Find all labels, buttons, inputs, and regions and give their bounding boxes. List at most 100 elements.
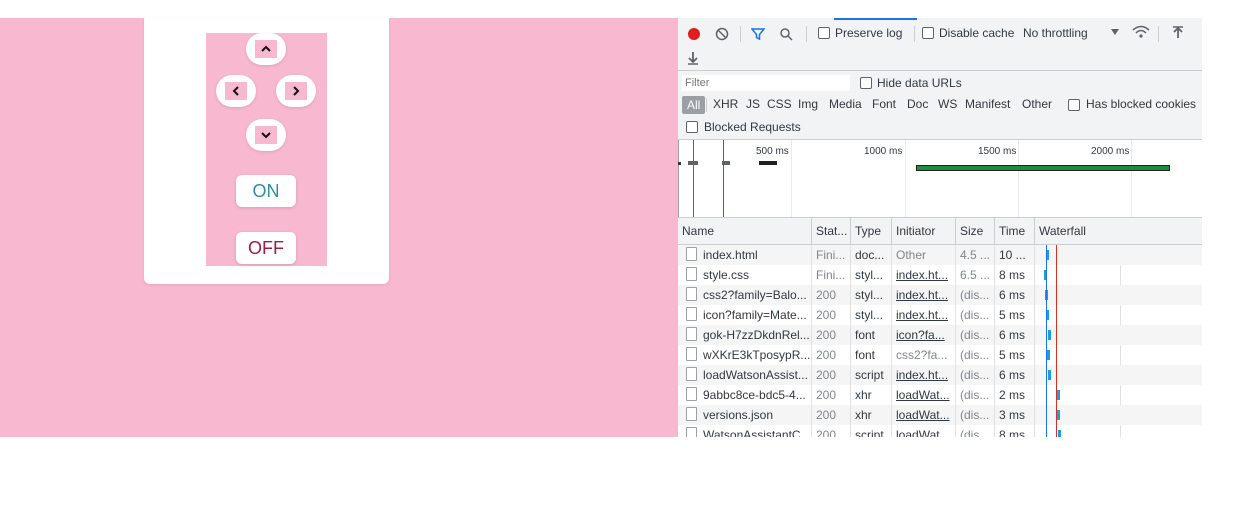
request-name: style.css: [703, 268, 750, 282]
request-status-cell: 200: [812, 285, 851, 305]
type-filter-js[interactable]: JS: [746, 97, 760, 111]
type-filter-media[interactable]: Media: [829, 97, 862, 111]
has-blocked-cookies-checkbox[interactable]: [1068, 99, 1080, 111]
waterfall-bar: [1058, 430, 1061, 437]
overview-tick: 2000 ms: [1091, 146, 1130, 157]
table-row[interactable]: WatsonAssistantC... 200 script loadWat... (d…: [678, 425, 1202, 437]
request-name-cell: css2?family=Balo...: [678, 285, 812, 305]
request-initiator-cell[interactable]: icon?fa...: [892, 325, 956, 345]
request-name: gok-H7zzDkdnRel...: [703, 328, 810, 342]
request-time-cell: 6 ms: [995, 365, 1035, 385]
request-initiator-cell[interactable]: index.ht...: [892, 365, 956, 385]
file-icon: [686, 267, 697, 281]
request-type-cell: script: [851, 425, 892, 437]
request-size-cell: (dis...: [956, 345, 995, 365]
column-size[interactable]: Size: [956, 218, 995, 244]
off-button[interactable]: OFF: [236, 232, 296, 264]
type-filter-css[interactable]: CSS: [767, 97, 792, 111]
export-har-icon[interactable]: [686, 50, 700, 66]
request-initiator-cell[interactable]: index.ht...: [892, 305, 956, 325]
request-size-cell: (dis...: [956, 285, 995, 305]
network-conditions-icon[interactable]: [1132, 24, 1150, 40]
request-name: versions.json: [703, 408, 774, 422]
disable-cache-label: Disable cache: [939, 26, 1015, 40]
file-icon: [686, 287, 697, 301]
blocked-requests-label: Blocked Requests: [704, 120, 801, 134]
chevron-left-icon: [232, 86, 239, 96]
table-row[interactable]: index.html Fini... doc... Other 4.5 ... 10 ..…: [678, 245, 1202, 265]
request-time-cell: 5 ms: [995, 305, 1035, 325]
type-filter-manifest[interactable]: Manifest: [965, 97, 1010, 111]
column-name[interactable]: Name: [678, 218, 812, 244]
request-initiator-cell[interactable]: index.ht...: [892, 265, 956, 285]
left-button[interactable]: [216, 75, 256, 107]
table-row[interactable]: icon?family=Mate... 200 styl... index.ht...…: [678, 305, 1202, 325]
clear-icon[interactable]: [714, 26, 730, 42]
column-waterfall[interactable]: Waterfall: [1035, 218, 1202, 244]
preserve-log-checkbox[interactable]: [818, 27, 830, 39]
file-icon: [686, 367, 697, 381]
type-filter-all[interactable]: All: [682, 96, 706, 114]
table-row[interactable]: versions.json 200 xhr loadWat... (dis... 3 ms: [678, 405, 1202, 425]
filter-input[interactable]: [682, 75, 850, 91]
request-type-cell: xhr: [851, 385, 892, 405]
toolbar-tab-indicator: [834, 18, 917, 20]
hide-data-urls-checkbox[interactable]: [860, 77, 872, 89]
request-name: 9abbc8ce-bdc5-4...: [703, 388, 806, 402]
request-size-cell: (dis...: [956, 425, 995, 437]
down-button[interactable]: [246, 119, 286, 151]
file-icon: [686, 327, 697, 341]
request-type-cell: styl...: [851, 265, 892, 285]
column-initiator[interactable]: Initiator: [892, 218, 956, 244]
type-filter-font[interactable]: Font: [872, 97, 896, 111]
remote-panel: ON OFF: [206, 33, 327, 266]
type-filter-img[interactable]: Img: [798, 97, 818, 111]
request-initiator-cell[interactable]: loadWat...: [892, 425, 956, 437]
requests-table-body: index.html Fini... doc... Other 4.5 ... 10 ..…: [678, 245, 1202, 437]
table-row[interactable]: loadWatsonAssist... 200 script index.ht...(…: [678, 365, 1202, 385]
chevron-up-icon: [261, 45, 271, 52]
waterfall-bar: [1057, 410, 1060, 420]
request-status-cell: 200: [812, 305, 851, 325]
disable-cache-checkbox[interactable]: [922, 27, 934, 39]
dropdown-arrow-icon[interactable]: [1110, 27, 1120, 37]
type-filter-other[interactable]: Other: [1022, 97, 1052, 111]
request-type-cell: font: [851, 345, 892, 365]
request-name: index.html: [703, 248, 758, 262]
on-button[interactable]: ON: [236, 175, 296, 207]
request-size-cell: 6.5 ...: [956, 265, 995, 285]
type-filter-xhr[interactable]: XHR: [713, 97, 738, 111]
request-initiator-cell[interactable]: index.ht...: [892, 285, 956, 305]
filter-bar: Hide data URLs All XHR JS CSS Img Media …: [678, 71, 1202, 140]
table-row[interactable]: style.css Fini... styl... index.ht... 6.5 ..…: [678, 265, 1202, 285]
waterfall-bar: [1047, 350, 1050, 360]
column-status[interactable]: Stat...: [812, 218, 851, 244]
table-row[interactable]: gok-H7zzDkdnRel... 200 font icon?fa... (dis.…: [678, 325, 1202, 345]
filter-icon[interactable]: [750, 26, 766, 42]
up-button[interactable]: [246, 33, 286, 65]
search-icon[interactable]: [778, 26, 794, 42]
request-initiator-cell[interactable]: loadWat...: [892, 405, 956, 425]
blocked-requests-checkbox[interactable]: [686, 121, 698, 133]
preserve-log-label: Preserve log: [835, 26, 903, 40]
record-icon[interactable]: [686, 26, 702, 42]
throttling-select[interactable]: No throttling: [1023, 26, 1088, 40]
request-size-cell: (dis...: [956, 325, 995, 345]
right-button[interactable]: [276, 75, 316, 107]
request-size-cell: (dis...: [956, 405, 995, 425]
timeline-overview[interactable]: 500 ms 1000 ms 1500 ms 2000 ms: [678, 140, 1202, 218]
type-filter-ws[interactable]: WS: [938, 97, 957, 111]
import-har-icon[interactable]: [1171, 25, 1185, 41]
request-size-cell: (dis...: [956, 305, 995, 325]
request-initiator-cell[interactable]: loadWat...: [892, 385, 956, 405]
table-row[interactable]: 9abbc8ce-bdc5-4... 200 xhr loadWat... (dis..…: [678, 385, 1202, 405]
type-filter-doc[interactable]: Doc: [907, 97, 928, 111]
has-blocked-cookies-label: Has blocked cookies: [1086, 97, 1197, 111]
devtools-network-panel: Preserve log Disable cache No throttling…: [678, 18, 1202, 437]
table-row[interactable]: css2?family=Balo... 200 styl... index.ht...…: [678, 285, 1202, 305]
request-type-cell: doc...: [851, 245, 892, 265]
column-type[interactable]: Type: [851, 218, 892, 244]
table-row[interactable]: wXKrE3kTposypR... 200 font css2?fa... (dis..…: [678, 345, 1202, 365]
column-time[interactable]: Time: [995, 218, 1035, 244]
request-name: icon?family=Mate...: [703, 308, 807, 322]
